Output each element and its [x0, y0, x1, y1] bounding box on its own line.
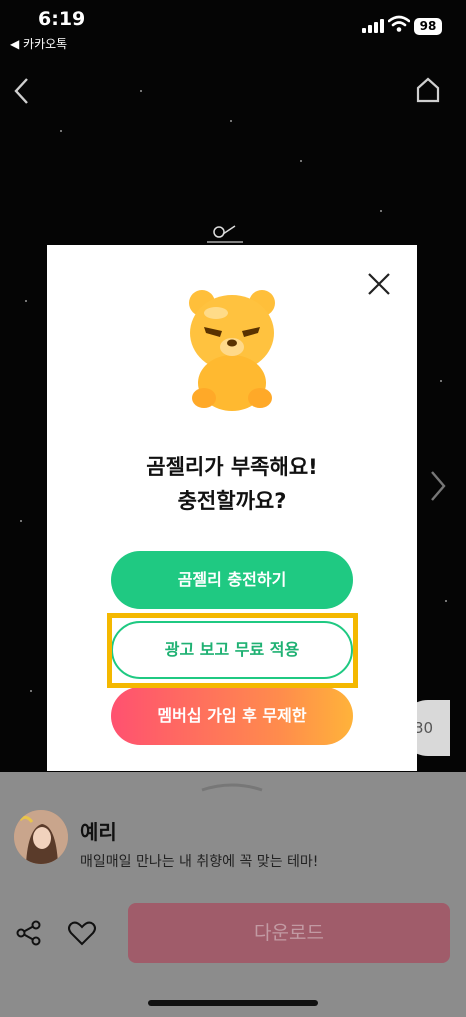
creator-avatar[interactable]: [14, 810, 68, 864]
download-button[interactable]: 다운로드: [128, 903, 450, 963]
insufficient-jelly-dialog: 곰젤리가 부족해요! 충전할까요? 곰젤리 충전하기 광고 보고 무료 적용 멤…: [47, 245, 417, 771]
dialog-title-line1: 곰젤리가 부족해요!: [146, 455, 318, 479]
dialog-title-line2: 충전할까요?: [177, 489, 287, 513]
share-icon[interactable]: [14, 918, 44, 948]
theme-description: 매일매일 만나는 내 취향에 꼭 맞는 테마!: [80, 854, 319, 870]
signal-icon: [362, 19, 384, 33]
home-indicator[interactable]: [148, 1000, 318, 1006]
home-icon[interactable]: [414, 76, 442, 104]
sheet-handle-icon[interactable]: [200, 782, 264, 792]
dialog-title: 곰젤리가 부족해요! 충전할까요?: [47, 450, 417, 518]
charge-jelly-button[interactable]: 곰젤리 충전하기: [111, 551, 353, 609]
theme-info-sheet: 예리 매일매일 만나는 내 취향에 꼭 맞는 테마! 다운로드: [0, 772, 466, 1017]
battery-indicator: 98: [414, 18, 442, 35]
next-icon[interactable]: [426, 468, 450, 504]
membership-button[interactable]: 멤버십 가입 후 무제한: [111, 687, 353, 745]
highlight-box: [107, 613, 358, 688]
wifi-icon: [388, 15, 410, 32]
creator-name[interactable]: 예리: [80, 816, 117, 845]
theme-flower-icon: [207, 225, 243, 243]
status-time: 6:19: [38, 8, 86, 30]
bear-mascot-icon: [189, 290, 275, 411]
heart-icon[interactable]: [67, 918, 97, 948]
back-to-app-link[interactable]: ◀ 카카오톡: [10, 35, 67, 52]
back-icon[interactable]: [10, 75, 34, 107]
status-bar: 6:19 ◀ 카카오톡 98: [0, 0, 466, 58]
close-icon[interactable]: [365, 270, 393, 298]
